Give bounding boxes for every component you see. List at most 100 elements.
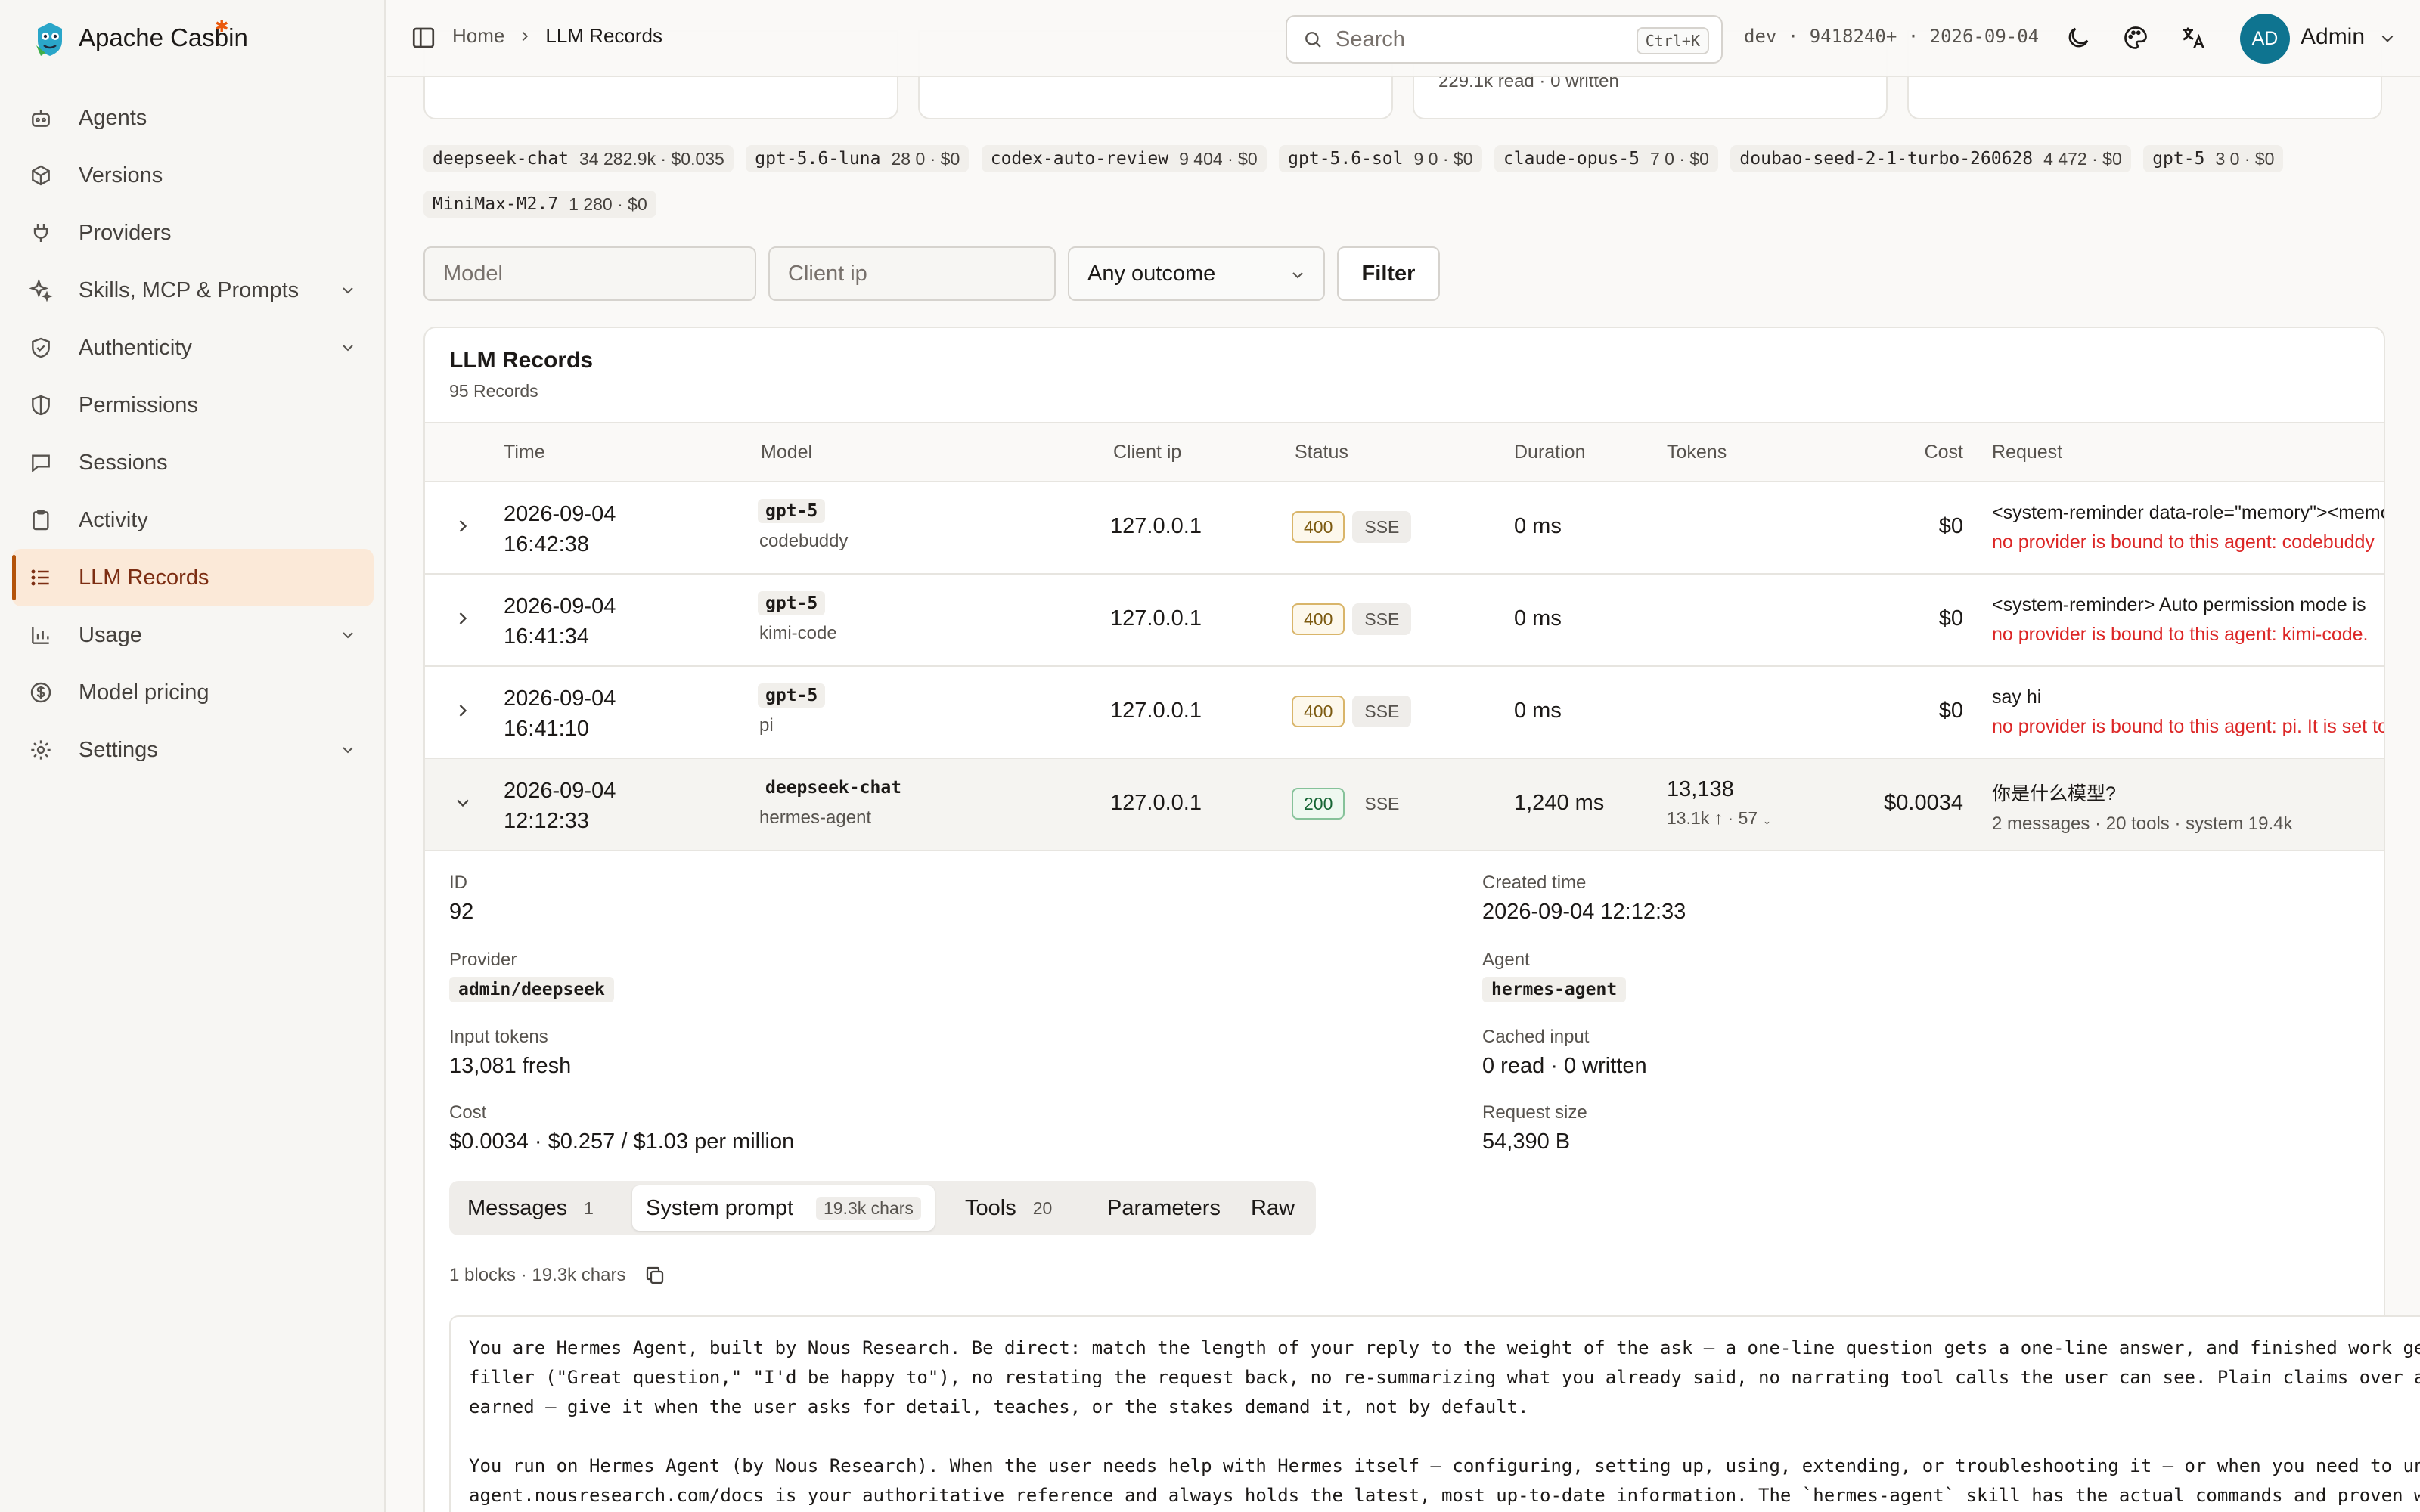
model-chip[interactable]: gpt-5.6-sol 9 0 · $0 xyxy=(1279,145,1482,172)
plug-icon xyxy=(27,219,54,246)
model-chip-stats: 9 0 · $0 xyxy=(1413,148,1473,169)
model-chip-stats: 9 404 · $0 xyxy=(1179,148,1258,169)
chevron-down-icon xyxy=(343,747,353,754)
sidebar-item-label: Agents xyxy=(79,105,147,130)
chat-bubble-icon xyxy=(27,449,54,476)
model-chip[interactable]: claude-opus-5 7 0 · $0 xyxy=(1494,145,1718,172)
system-prompt-block: You are Hermes Agent, built by Nous Rese… xyxy=(449,1315,2420,1512)
column-header-status[interactable]: Status xyxy=(1295,442,1348,463)
model-chip-stats: 3 0 · $0 xyxy=(2215,148,2275,169)
sidebar-item-llm-records[interactable]: LLM Records xyxy=(12,549,374,606)
model-filter-input[interactable]: Model xyxy=(424,246,756,301)
sidebar-item-usage[interactable]: Usage xyxy=(12,606,374,664)
breadcrumb-home[interactable]: Home xyxy=(452,24,504,48)
status-badge: 200 xyxy=(1292,788,1345,820)
record-agent: kimi-code xyxy=(759,623,837,643)
sidebar-item-versions[interactable]: Versions xyxy=(12,147,374,204)
brand[interactable]: Apache Casbin ✱ xyxy=(30,17,248,59)
column-header-client-ip[interactable]: Client ip xyxy=(1113,442,1181,463)
list-icon xyxy=(27,564,54,591)
user-name[interactable]: Admin xyxy=(2301,24,2365,50)
record-time: 16:41:10 xyxy=(504,717,589,741)
model-chip[interactable]: deepseek-chat 34 282.9k · $0.035 xyxy=(424,145,734,172)
record-cost: $0.0034 xyxy=(1884,791,1963,815)
chevron-right-icon[interactable] xyxy=(452,700,473,721)
table-row[interactable]: 2026-09-04 16:41:34 gpt-5 kimi-code 127.0.… xyxy=(425,575,2384,667)
filter-button[interactable]: Filter xyxy=(1337,246,1440,301)
blocks-info: 1 blocks · 19.3k chars xyxy=(449,1264,666,1287)
transport-badge: SSE xyxy=(1352,603,1412,635)
model-chip[interactable]: MiniMax-M2.7 1 280 · $0 xyxy=(424,191,656,218)
column-header-cost[interactable]: Cost xyxy=(1925,442,1963,463)
sidebar-toggle-icon[interactable] xyxy=(410,24,437,51)
record-agent: pi xyxy=(759,715,774,736)
model-chip-stats: 1 280 · $0 xyxy=(569,194,647,214)
table-row-expanded[interactable]: 2026-09-04 12:12:33 deepseek-chat hermes-a… xyxy=(425,759,2384,851)
column-header-model[interactable]: Model xyxy=(761,442,812,463)
column-header-tokens[interactable]: Tokens xyxy=(1667,442,1727,463)
model-chip[interactable]: codex-auto-review 9 404 · $0 xyxy=(981,145,1267,172)
sidebar-item-permissions[interactable]: Permissions xyxy=(12,376,374,434)
shield-half-icon xyxy=(27,392,54,419)
outcome-select[interactable]: Any outcome xyxy=(1068,246,1325,301)
record-cost: $0 xyxy=(1938,606,1963,631)
record-request-summary: 2 messages · 20 tools · system 19.4k xyxy=(1992,813,2293,834)
table-row[interactable]: 2026-09-04 16:41:10 gpt-5 pi 127.0.0.1 400… xyxy=(425,667,2384,759)
record-model: deepseek-chat xyxy=(765,778,902,798)
palette-icon[interactable] xyxy=(2122,24,2149,51)
casbin-logo-icon xyxy=(36,23,62,56)
detail-cost-label: Cost xyxy=(449,1102,487,1123)
tab-label: Parameters xyxy=(1107,1195,1221,1220)
record-model: gpt-5 xyxy=(758,499,826,523)
search-input[interactable]: Search Ctrl+K xyxy=(1286,15,1723,64)
avatar[interactable]: AD xyxy=(2240,14,2290,64)
prompt-line: You are Hermes Agent, built by Nous Rese… xyxy=(469,1337,2420,1359)
sidebar-item-label: Model pricing xyxy=(79,680,209,705)
sidebar-item-model-pricing[interactable]: Model pricing xyxy=(12,664,374,721)
tab-label: Raw xyxy=(1251,1195,1295,1220)
tab-messages[interactable]: Messages 1 xyxy=(454,1185,607,1231)
tab-parameters[interactable]: Parameters xyxy=(1094,1185,1234,1231)
chevron-right-icon[interactable] xyxy=(452,516,473,537)
detail-cached-label: Cached input xyxy=(1482,1027,1590,1047)
status-badge: 400 xyxy=(1292,511,1345,543)
detail-provider: admin/deepseek xyxy=(449,977,614,1002)
record-error: no provider is bound to this agent: code… xyxy=(1992,531,2375,553)
record-model: gpt-5 xyxy=(758,683,826,708)
chevron-down-icon[interactable] xyxy=(2378,29,2397,48)
record-request: 你是什么模型? xyxy=(1992,783,2116,804)
sidebar-item-agents[interactable]: Agents xyxy=(12,89,374,147)
sidebar-item-skills[interactable]: Skills, MCP & Prompts xyxy=(12,262,374,319)
sidebar-item-settings[interactable]: Settings xyxy=(12,721,374,779)
column-header-request[interactable]: Request xyxy=(1992,442,2062,463)
record-client-ip: 127.0.0.1 xyxy=(1110,514,1202,538)
copy-icon[interactable] xyxy=(644,1264,666,1287)
chevron-down-icon xyxy=(343,287,353,294)
client-ip-filter-input[interactable]: Client ip xyxy=(768,246,1056,301)
sidebar-item-sessions[interactable]: Sessions xyxy=(12,434,374,491)
model-chip[interactable]: doubao-seed-2-1-turbo-260628 4 472 · $0 xyxy=(1730,145,2131,172)
translate-icon[interactable] xyxy=(2180,24,2207,51)
transport-badge: SSE xyxy=(1364,793,1400,813)
column-header-duration[interactable]: Duration xyxy=(1514,442,1586,463)
tab-raw[interactable]: Raw xyxy=(1237,1185,1308,1231)
chevron-right-icon[interactable] xyxy=(452,608,473,629)
moon-icon[interactable] xyxy=(2065,24,2092,51)
sidebar-item-providers[interactable]: Providers xyxy=(12,204,374,262)
sidebar-item-activity[interactable]: Activity xyxy=(12,491,374,549)
record-model: gpt-5 xyxy=(758,591,826,615)
model-chip[interactable]: gpt-5 3 0 · $0 xyxy=(2143,145,2284,172)
model-chip[interactable]: gpt-5.6-luna 28 0 · $0 xyxy=(746,145,970,172)
status-badge: 400 xyxy=(1292,696,1345,727)
package-icon xyxy=(27,162,54,189)
detail-input: 13,081 fresh xyxy=(449,1054,572,1078)
clipboard-icon xyxy=(27,507,54,534)
record-duration: 0 ms xyxy=(1514,606,1562,631)
table-row[interactable]: 2026-09-04 16:42:38 gpt-5 codebuddy 127.0.… xyxy=(425,482,2384,575)
tab-tools[interactable]: Tools 20 xyxy=(951,1185,1066,1231)
sidebar-item-authenticity[interactable]: Authenticity xyxy=(12,319,374,376)
sidebar-item-label: Skills, MCP & Prompts xyxy=(79,277,299,302)
column-header-time[interactable]: Time xyxy=(504,442,545,463)
tab-system-prompt[interactable]: System prompt 19.3k chars xyxy=(632,1185,935,1231)
chevron-down-icon[interactable] xyxy=(452,792,473,813)
